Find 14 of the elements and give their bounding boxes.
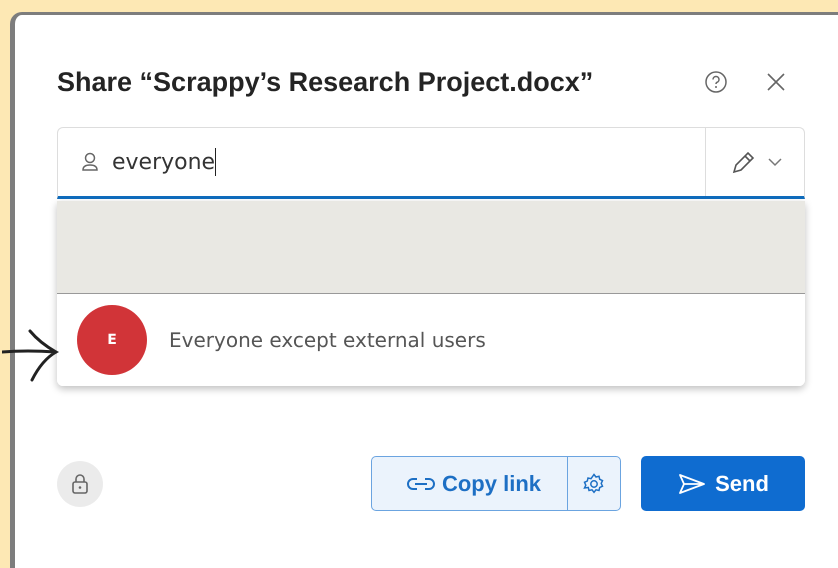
input-text: everyone — [112, 150, 216, 174]
pencil-icon — [732, 149, 756, 175]
settings-icon — [582, 472, 606, 496]
suggestion-item[interactable]: E Everyone except external users — [57, 294, 805, 386]
avatar: E — [77, 305, 147, 375]
close-icon[interactable] — [765, 71, 787, 93]
lock-icon[interactable] — [57, 460, 103, 506]
chevron-down-icon — [768, 157, 782, 167]
link-icon — [406, 476, 436, 492]
send-icon — [677, 472, 708, 496]
dialog-title: Share “Scrappy’s Research Project.docx” — [57, 66, 594, 98]
person-icon — [80, 151, 100, 173]
help-icon[interactable] — [703, 69, 729, 95]
send-button[interactable]: Send — [641, 456, 805, 511]
